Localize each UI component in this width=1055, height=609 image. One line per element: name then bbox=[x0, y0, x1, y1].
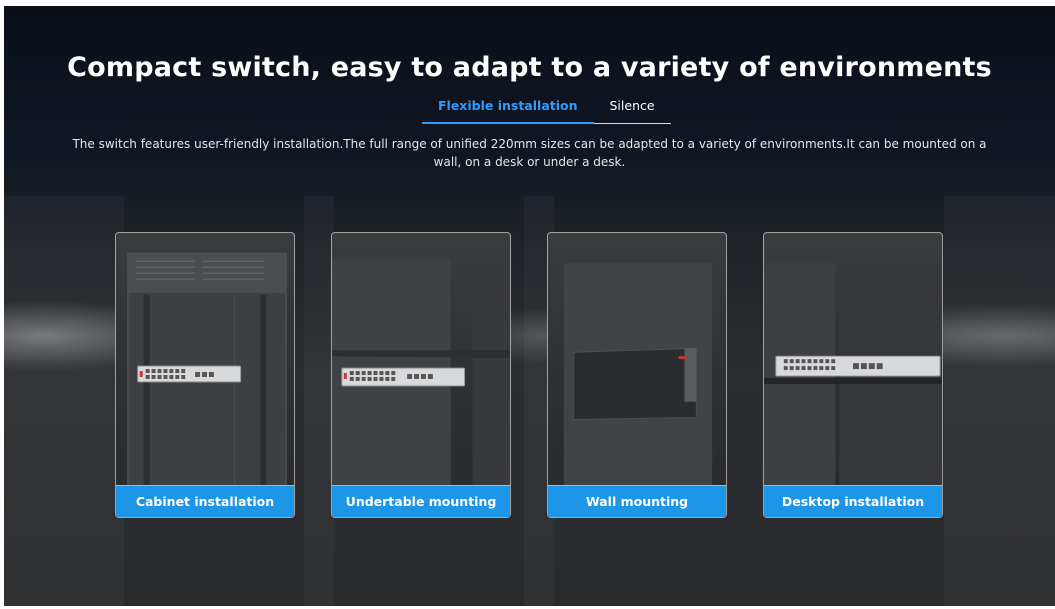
card-desktop-installation[interactable]: Desktop installation bbox=[763, 232, 943, 518]
undertable-switch-image bbox=[332, 259, 510, 517]
desktop-switch-image bbox=[764, 263, 942, 517]
card-undertable-mounting[interactable]: Undertable mounting bbox=[331, 232, 511, 518]
tab-silence[interactable]: Silence bbox=[593, 96, 671, 124]
section-title: Compact switch, easy to adapt to a varie… bbox=[67, 52, 992, 83]
background-blur bbox=[4, 196, 124, 606]
tab-bar: Flexible installation Silence bbox=[422, 96, 671, 124]
card-wall-mounting[interactable]: Wall mounting bbox=[547, 232, 727, 518]
card-cabinet-installation[interactable]: Cabinet installation bbox=[115, 232, 295, 518]
wall-mounting-label: Wall mounting bbox=[548, 485, 726, 517]
cabinet-rack-switch-image bbox=[127, 252, 287, 517]
section-description: The switch features user-friendly instal… bbox=[72, 137, 987, 169]
wall-mounted-switch-image bbox=[563, 263, 713, 517]
cabinet-installation-label: Cabinet installation bbox=[116, 485, 294, 517]
undertable-mounting-label: Undertable mounting bbox=[332, 485, 510, 517]
desktop-installation-label: Desktop installation bbox=[764, 485, 942, 517]
background-blur bbox=[944, 196, 1055, 606]
installation-section: Compact switch, easy to adapt to a varie… bbox=[4, 6, 1055, 606]
background-blur bbox=[304, 196, 334, 606]
tab-flexible-installation[interactable]: Flexible installation bbox=[422, 96, 594, 124]
